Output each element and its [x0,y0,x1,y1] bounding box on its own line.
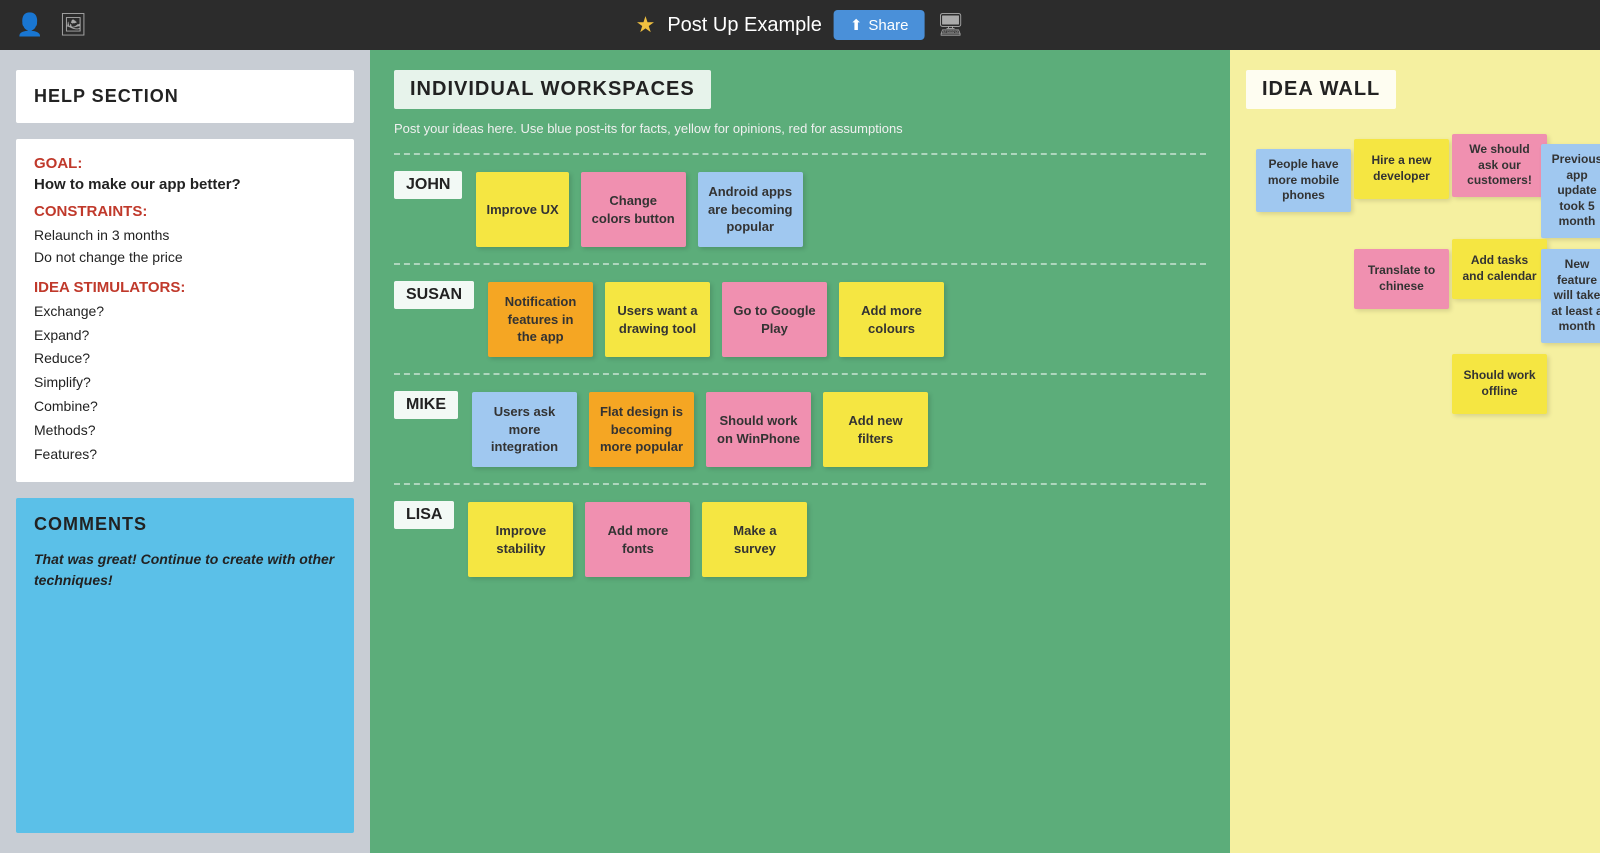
constraints-text: Relaunch in 3 months Do not change the p… [34,224,336,269]
center-title: INDIVIDUAL WORKSPACES [410,78,695,100]
workspace-row-mike: MIKE Users ask more integration Flat des… [394,373,1206,483]
main-layout: HELP SECTION GOAL: How to make our app b… [0,50,1600,853]
idea-note: People have more mobile phones [1256,149,1351,212]
workspace-row-john: JOHN Improve UX Change colors button And… [394,153,1206,263]
page-title: Post Up Example [667,14,822,37]
post-it: Add more fonts [585,502,690,577]
help-section-header: HELP SECTION [16,70,354,123]
workspace-row-susan: SUSAN Notification features in the app U… [394,263,1206,373]
idea-note: New feature will take at least a month [1541,249,1600,343]
star-icon[interactable]: ★ [636,12,656,38]
top-navigation: 👤 🖼 ★ Post Up Example ⬆ Share 🖥 [0,0,1600,50]
row-label-mike: MIKE [394,391,458,419]
goal-text: How to make our app better? [34,176,336,193]
post-it: Change colors button [581,172,686,247]
share-button[interactable]: ⬆ Share [834,10,925,40]
row-label-john: JOHN [394,171,462,199]
post-it: Improve UX [476,172,568,247]
gallery-icon[interactable]: 🖼 [59,12,87,38]
center-panel: INDIVIDUAL WORKSPACES Post your ideas he… [370,50,1230,853]
susan-post-its: Notification features in the app Users w… [488,282,944,357]
post-it: Android apps are becoming popular [698,172,803,247]
post-it: Users ask more integration [472,392,577,467]
lisa-post-its: Improve stability Add more fonts Make a … [468,502,807,577]
goal-label: GOAL: [34,155,336,172]
comments-title: COMMENTS [34,514,336,535]
help-title: HELP SECTION [34,86,179,106]
workspace-row-lisa: LISA Improve stability Add more fonts Ma… [394,483,1206,593]
post-it: Flat design is becoming more popular [589,392,694,467]
share-icon: ⬆ [850,16,863,34]
idea-note: Hire a new developer [1354,139,1449,199]
post-it: Make a survey [702,502,807,577]
post-it: Add more colours [839,282,944,357]
idea-note: Add tasks and calendar [1452,239,1547,299]
present-icon[interactable]: 🖥 [936,12,964,38]
idea-note: We should ask our customers! [1452,134,1547,197]
idea-wall-header: IDEA WALL [1246,70,1396,109]
workspace-area: JOHN Improve UX Change colors button And… [394,153,1206,834]
goal-card: GOAL: How to make our app better? CONSTR… [16,139,354,482]
comments-card: COMMENTS That was great! Continue to cre… [16,498,354,833]
user-icon[interactable]: 👤 [16,12,43,38]
center-header-card: INDIVIDUAL WORKSPACES [394,70,711,109]
constraints-label: CONSTRAINTS: [34,203,336,220]
post-it: Notification features in the app [488,282,593,357]
row-label-susan: SUSAN [394,281,474,309]
post-it: Users want a drawing tool [605,282,710,357]
center-subtitle: Post your ideas here. Use blue post-its … [394,119,1206,139]
idea-note: Previous app update took 5 month [1541,144,1600,238]
idea-wall-notes: People have more mobile phones Hire a ne… [1246,129,1584,833]
stimulators-text: Exchange? Expand? Reduce? Simplify? Comb… [34,300,336,467]
comments-text: That was great! Continue to create with … [34,549,336,591]
row-label-lisa: LISA [394,501,454,529]
right-panel: IDEA WALL People have more mobile phones… [1230,50,1600,853]
idea-note: Translate to chinese [1354,249,1449,309]
post-it: Should work on WinPhone [706,392,811,467]
left-panel: HELP SECTION GOAL: How to make our app b… [0,50,370,853]
post-it: Improve stability [468,502,573,577]
mike-post-its: Users ask more integration Flat design i… [472,392,928,467]
john-post-its: Improve UX Change colors button Android … [476,172,802,247]
idea-wall-title: IDEA WALL [1262,78,1380,100]
post-it: Add new filters [823,392,928,467]
post-it: Go to Google Play [722,282,827,357]
idea-note: Should work offline [1452,354,1547,414]
stimulators-label: IDEA STIMULATORS: [34,279,336,296]
